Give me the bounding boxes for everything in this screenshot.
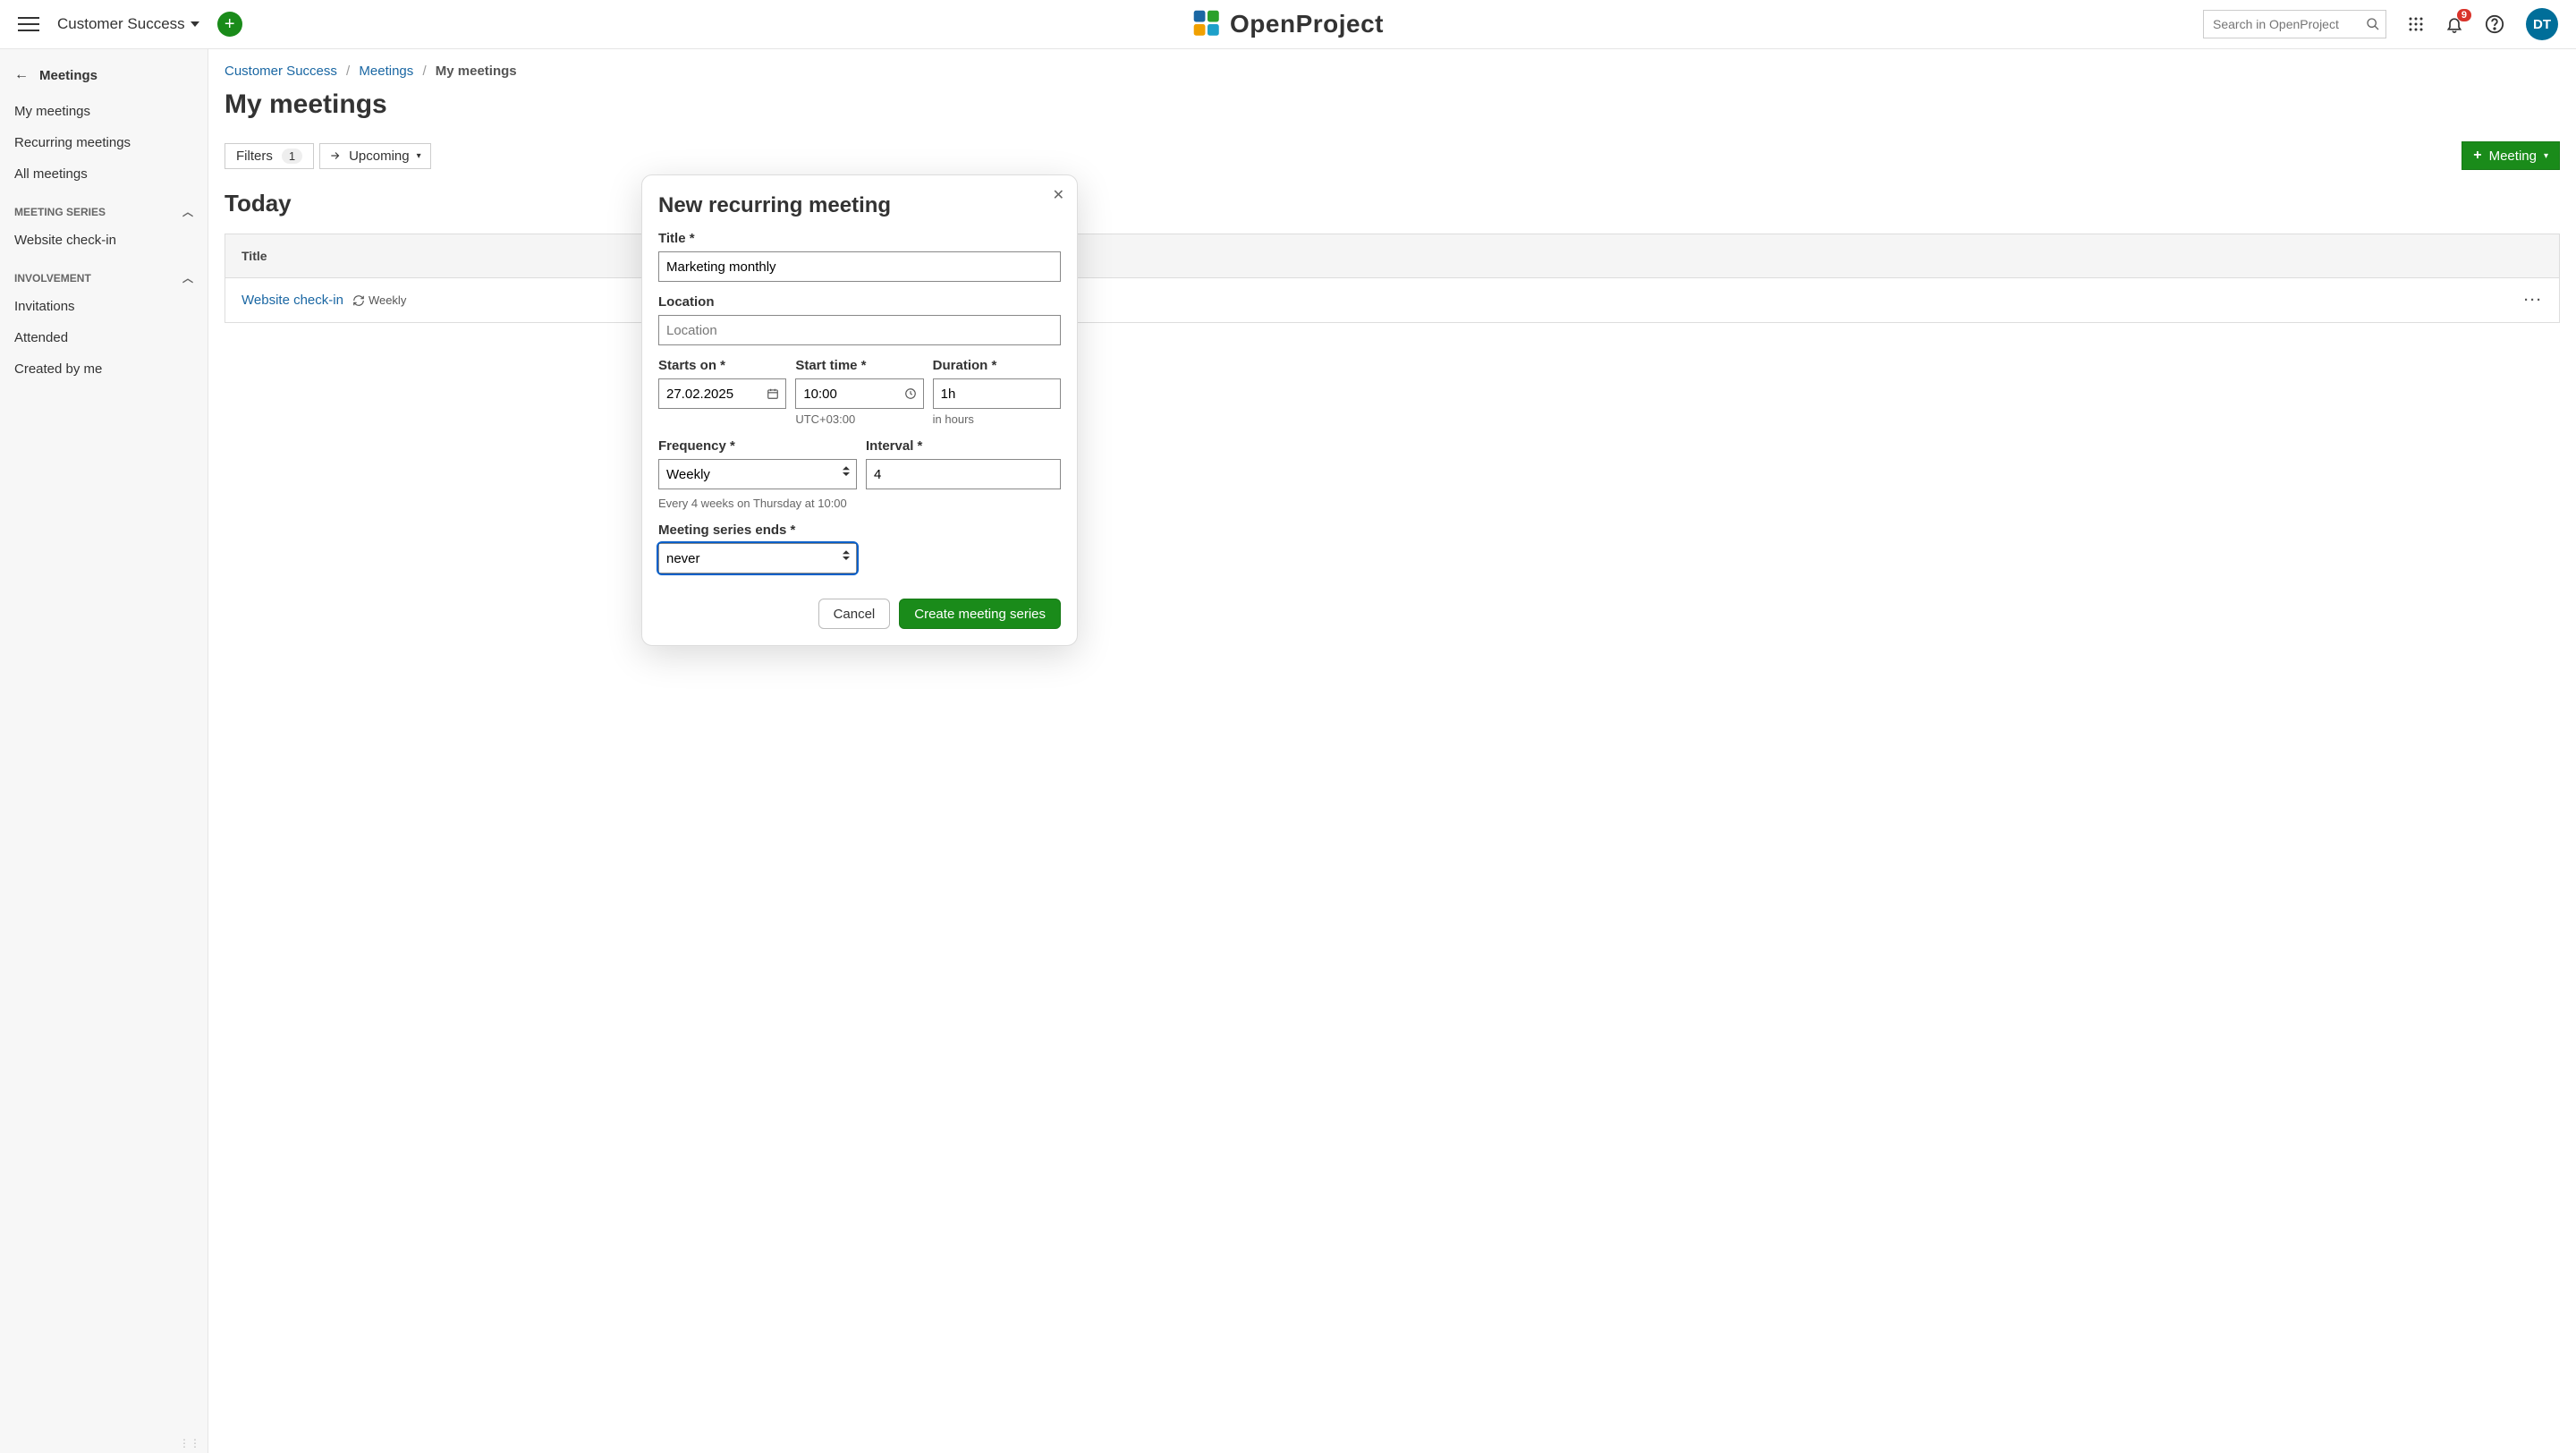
project-name: Customer Success bbox=[57, 15, 185, 33]
apps-grid-icon[interactable] bbox=[2408, 16, 2424, 32]
title-input[interactable] bbox=[658, 251, 1061, 282]
sidebar: ← Meetings My meetings Recurring meeting… bbox=[0, 49, 208, 1453]
modal-overlay: ✕ New recurring meeting Title * Location… bbox=[208, 49, 2576, 1453]
starts-on-label: Starts on * bbox=[658, 358, 786, 373]
sidebar-item-created-by-me[interactable]: Created by me bbox=[0, 353, 208, 385]
plus-icon: + bbox=[225, 14, 235, 35]
sidebar-item-label: Attended bbox=[14, 330, 68, 345]
sidebar-back[interactable]: ← Meetings bbox=[0, 62, 208, 96]
create-label: Create meeting series bbox=[914, 607, 1046, 622]
project-selector[interactable]: Customer Success bbox=[57, 15, 199, 33]
sidebar-item-my-meetings[interactable]: My meetings bbox=[0, 96, 208, 127]
sidebar-section-meeting-series[interactable]: MEETING SERIES ︿ bbox=[0, 195, 208, 225]
user-avatar[interactable]: DT bbox=[2526, 8, 2558, 40]
starts-on-input[interactable] bbox=[658, 378, 786, 409]
page-container: ← Meetings My meetings Recurring meeting… bbox=[0, 49, 2576, 1453]
duration-label: Duration * bbox=[933, 358, 1061, 373]
section-label: INVOLVEMENT bbox=[14, 272, 91, 285]
logo-icon bbox=[1192, 9, 1223, 39]
global-search[interactable] bbox=[2203, 10, 2386, 38]
notification-badge: 9 bbox=[2457, 9, 2471, 21]
sidebar-item-website-checkin[interactable]: Website check-in bbox=[0, 225, 208, 256]
section-label: MEETING SERIES bbox=[14, 206, 106, 218]
chevron-up-icon: ︿ bbox=[182, 204, 193, 219]
sidebar-item-label: My meetings bbox=[14, 104, 90, 119]
caret-down-icon bbox=[191, 21, 199, 27]
help-button[interactable] bbox=[2485, 14, 2504, 34]
topbar: Customer Success + OpenProject 9 bbox=[0, 0, 2576, 49]
sidebar-item-label: All meetings bbox=[14, 166, 88, 182]
sidebar-resize-handle[interactable]: ⋮⋮ bbox=[0, 1433, 208, 1453]
search-input[interactable] bbox=[2213, 17, 2366, 31]
duration-caption: in hours bbox=[933, 412, 1061, 426]
question-icon bbox=[2485, 14, 2504, 34]
sidebar-toggle-icon[interactable] bbox=[18, 13, 39, 35]
search-icon[interactable] bbox=[2366, 16, 2380, 32]
cancel-label: Cancel bbox=[834, 607, 876, 622]
frequency-select[interactable]: Weekly bbox=[658, 459, 857, 489]
chevron-up-icon: ︿ bbox=[182, 270, 193, 285]
sidebar-item-label: Created by me bbox=[14, 361, 102, 377]
create-series-button[interactable]: Create meeting series bbox=[899, 599, 1061, 629]
new-recurring-meeting-dialog: ✕ New recurring meeting Title * Location… bbox=[641, 174, 1078, 646]
start-time-label: Start time * bbox=[795, 358, 923, 373]
sidebar-item-recurring-meetings[interactable]: Recurring meetings bbox=[0, 127, 208, 158]
global-create-button[interactable]: + bbox=[217, 12, 242, 37]
interval-input[interactable] bbox=[866, 459, 1061, 489]
main-content: Customer Success / Meetings / My meeting… bbox=[208, 49, 2576, 1453]
sidebar-section-involvement[interactable]: INVOLVEMENT ︿ bbox=[0, 261, 208, 291]
topbar-right: 9 DT bbox=[2203, 8, 2558, 40]
recurrence-summary: Every 4 weeks on Thursday at 10:00 bbox=[658, 497, 1061, 510]
frequency-label: Frequency * bbox=[658, 438, 857, 454]
sidebar-item-label: Recurring meetings bbox=[14, 135, 131, 150]
location-label: Location bbox=[658, 294, 1061, 310]
sidebar-item-label: Website check-in bbox=[14, 233, 116, 248]
arrow-left-icon: ← bbox=[14, 67, 29, 83]
sidebar-item-label: Invitations bbox=[14, 299, 75, 314]
dialog-title: New recurring meeting bbox=[658, 193, 1061, 218]
cancel-button[interactable]: Cancel bbox=[818, 599, 891, 629]
avatar-initials: DT bbox=[2533, 17, 2551, 32]
location-input[interactable] bbox=[658, 315, 1061, 345]
duration-input[interactable] bbox=[933, 378, 1061, 409]
close-icon: ✕ bbox=[1053, 188, 1064, 203]
title-label: Title * bbox=[658, 231, 1061, 246]
ends-label: Meeting series ends * bbox=[658, 523, 1061, 538]
interval-label: Interval * bbox=[866, 438, 1061, 454]
close-dialog-button[interactable]: ✕ bbox=[1053, 186, 1064, 204]
app-logo[interactable]: OpenProject bbox=[1192, 9, 1384, 39]
logo-text: OpenProject bbox=[1230, 10, 1384, 38]
sidebar-item-invitations[interactable]: Invitations bbox=[0, 291, 208, 322]
sidebar-item-attended[interactable]: Attended bbox=[0, 322, 208, 353]
sidebar-item-all-meetings[interactable]: All meetings bbox=[0, 158, 208, 190]
timezone-caption: UTC+03:00 bbox=[795, 412, 923, 426]
notifications-button[interactable]: 9 bbox=[2445, 15, 2463, 33]
series-ends-select[interactable]: never bbox=[658, 543, 857, 574]
start-time-input[interactable] bbox=[795, 378, 923, 409]
sidebar-title: Meetings bbox=[39, 68, 97, 83]
